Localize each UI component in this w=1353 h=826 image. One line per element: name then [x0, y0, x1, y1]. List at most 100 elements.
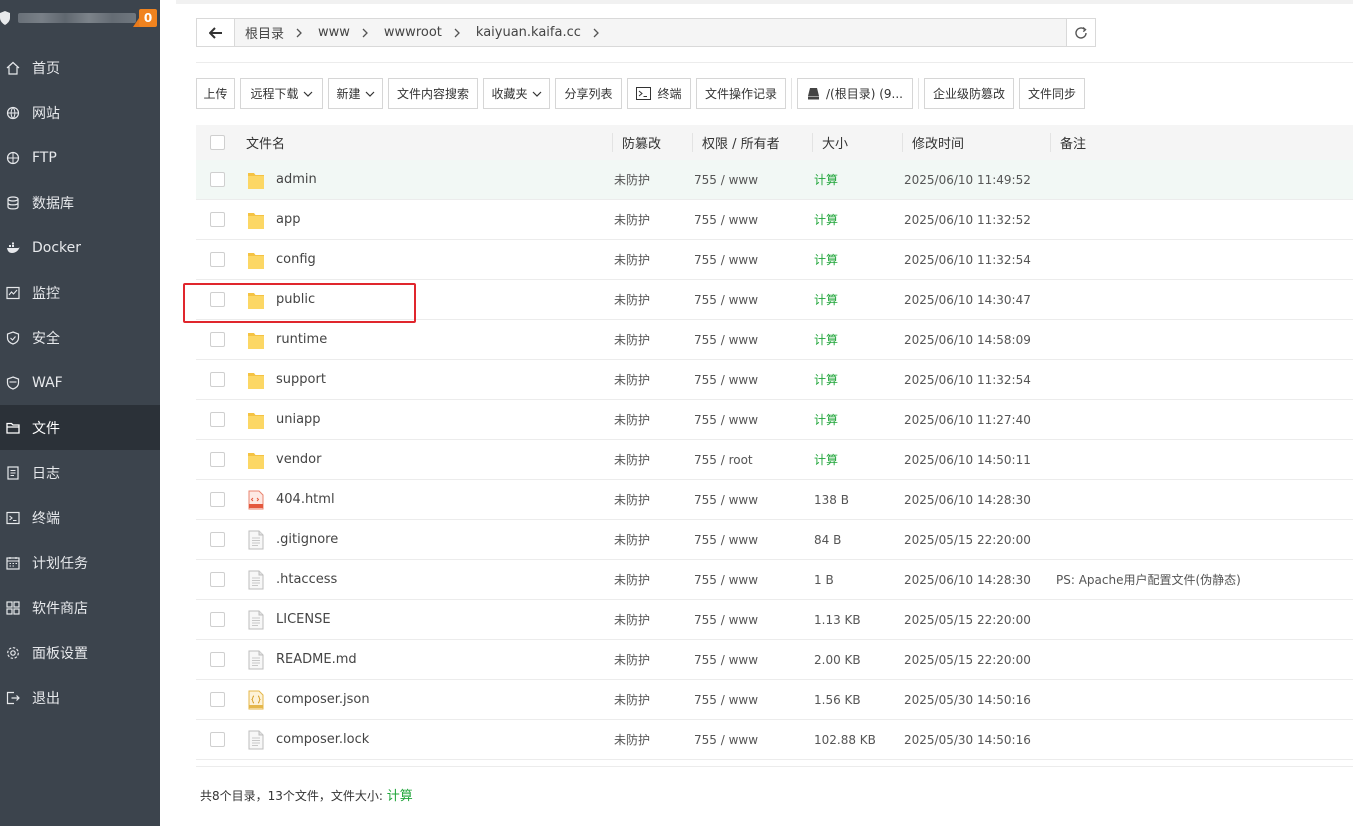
sidebar-item-14[interactable]: 退出 [0, 675, 160, 720]
table-row[interactable]: README.md 未防护 755 / www 2.00 KB 2025/05/15 2… [196, 640, 1353, 680]
table-row[interactable]: vendor 未防护 755 / root 计算 2025/06/10 14:50:11 [196, 440, 1353, 480]
size-cell[interactable]: 计算 [812, 251, 902, 268]
row-checkbox[interactable] [209, 292, 225, 307]
perm-cell[interactable]: 755 / www [692, 373, 812, 387]
row-checkbox[interactable] [209, 692, 225, 707]
protect-cell[interactable]: 未防护 [612, 691, 692, 708]
table-row[interactable]: runtime 未防护 755 / www 计算 2025/06/10 14:58:09 [196, 320, 1353, 360]
perm-cell[interactable]: 755 / www [692, 213, 812, 227]
perm-cell[interactable]: 755 / www [692, 693, 812, 707]
perm-cell[interactable]: 755 / www [692, 653, 812, 667]
sidebar-item-10[interactable]: 终端 [0, 495, 160, 540]
perm-cell[interactable]: 755 / www [692, 573, 812, 587]
size-cell[interactable]: 计算 [812, 451, 902, 468]
share-list-button[interactable]: 分享列表 [555, 78, 622, 109]
perm-cell[interactable]: 755 / www [692, 733, 812, 747]
back-button[interactable] [197, 19, 235, 46]
terminal-button[interactable]: 终端 [627, 78, 691, 109]
size-cell[interactable]: 计算 [812, 331, 902, 348]
sidebar-item-4[interactable]: Docker [0, 225, 160, 270]
protect-cell[interactable]: 未防护 [612, 211, 692, 228]
table-row[interactable]: app 未防护 755 / www 计算 2025/06/10 11:32:52 [196, 200, 1353, 240]
row-checkbox[interactable] [209, 172, 225, 187]
upload-button[interactable]: 上传 [196, 78, 235, 109]
table-row[interactable]: admin 未防护 755 / www 计算 2025/06/10 11:49:52 [196, 160, 1353, 200]
file-name-link[interactable]: .gitignore [276, 532, 338, 547]
header-name[interactable]: 文件名 [238, 133, 612, 152]
size-cell[interactable]: 计算 [812, 211, 902, 228]
sidebar-item-11[interactable]: 计划任务 [0, 540, 160, 585]
header-mtime[interactable]: 修改时间 [902, 133, 1050, 152]
file-name-link[interactable]: README.md [276, 652, 357, 667]
protect-cell[interactable]: 未防护 [612, 731, 692, 748]
protect-cell[interactable]: 未防护 [612, 331, 692, 348]
header-size[interactable]: 大小 [812, 133, 902, 152]
note-cell[interactable]: PS: Apache用户配置文件(伪静态) [1050, 571, 1353, 588]
size-cell[interactable]: 计算 [812, 291, 902, 308]
protect-cell[interactable]: 未防护 [612, 491, 692, 508]
protect-cell[interactable]: 未防护 [612, 611, 692, 628]
sidebar-item-3[interactable]: 数据库 [0, 180, 160, 225]
file-name-link[interactable]: .htaccess [276, 572, 337, 587]
sidebar-item-2[interactable]: FTP [0, 135, 160, 180]
sidebar-item-5[interactable]: 监控 [0, 270, 160, 315]
table-row[interactable]: LICENSE 未防护 755 / www 1.13 KB 2025/05/15 22:… [196, 600, 1353, 640]
notification-button[interactable]: 0 [133, 9, 157, 27]
sidebar-item-8[interactable]: 文件 [0, 405, 160, 450]
table-row[interactable]: .htaccess 未防护 755 / www 1 B 2025/06/10 14:28… [196, 560, 1353, 600]
breadcrumb-item[interactable]: 根目录 [241, 23, 288, 42]
sidebar-item-0[interactable]: 首页 [0, 45, 160, 90]
perm-cell[interactable]: 755 / www [692, 253, 812, 267]
perm-cell[interactable]: 755 / www [692, 413, 812, 427]
file-name-link[interactable]: app [276, 212, 300, 227]
refresh-button[interactable] [1066, 18, 1096, 47]
row-checkbox[interactable] [209, 412, 225, 427]
protect-cell[interactable]: 未防护 [612, 251, 692, 268]
table-row[interactable]: public 未防护 755 / www 计算 2025/06/10 14:30:47 [196, 280, 1353, 320]
protect-cell[interactable]: 未防护 [612, 411, 692, 428]
file-name-link[interactable]: config [276, 252, 316, 267]
perm-cell[interactable]: 755 / www [692, 533, 812, 547]
breadcrumb-item[interactable]: kaiyuan.kaifa.cc [472, 25, 585, 40]
tamper-button[interactable]: 企业级防篡改 [924, 78, 1014, 109]
breadcrumb-item[interactable]: www [314, 25, 354, 40]
favorites-button[interactable]: 收藏夹 [483, 78, 550, 109]
perm-cell[interactable]: 755 / www [692, 333, 812, 347]
disk-button[interactable]: /(根目录) (9... [797, 78, 913, 109]
row-checkbox[interactable] [209, 532, 225, 547]
size-cell[interactable]: 计算 [812, 411, 902, 428]
file-name-link[interactable]: LICENSE [276, 612, 331, 627]
op-log-button[interactable]: 文件操作记录 [696, 78, 786, 109]
perm-cell[interactable]: 755 / www [692, 493, 812, 507]
row-checkbox[interactable] [209, 252, 225, 267]
table-row[interactable]: 404.html 未防护 755 / www 138 B 2025/06/10 14:2… [196, 480, 1353, 520]
remote-download-button[interactable]: 远程下载 [240, 78, 323, 109]
sidebar-item-12[interactable]: 软件商店 [0, 585, 160, 630]
new-button[interactable]: 新建 [328, 78, 383, 109]
sync-button[interactable]: 文件同步 [1019, 78, 1085, 109]
file-name-link[interactable]: uniapp [276, 412, 321, 427]
protect-cell[interactable]: 未防护 [612, 531, 692, 548]
protect-cell[interactable]: 未防护 [612, 651, 692, 668]
perm-cell[interactable]: 755 / www [692, 173, 812, 187]
sidebar-item-7[interactable]: WAF [0, 360, 160, 405]
size-cell[interactable]: 计算 [812, 371, 902, 388]
sidebar-item-1[interactable]: 网站 [0, 90, 160, 135]
row-checkbox[interactable] [209, 492, 225, 507]
table-row[interactable]: uniapp 未防护 755 / www 计算 2025/06/10 11:27:40 [196, 400, 1353, 440]
row-checkbox[interactable] [209, 612, 225, 627]
sidebar-item-6[interactable]: 安全 [0, 315, 160, 360]
row-checkbox[interactable] [209, 452, 225, 467]
file-name-link[interactable]: runtime [276, 332, 327, 347]
summary-calc-link[interactable]: 计算 [387, 789, 413, 804]
perm-cell[interactable]: 755 / www [692, 613, 812, 627]
file-name-link[interactable]: public [276, 292, 315, 307]
protect-cell[interactable]: 未防护 [612, 371, 692, 388]
size-cell[interactable]: 计算 [812, 171, 902, 188]
row-checkbox[interactable] [209, 732, 225, 747]
table-row[interactable]: composer.lock 未防护 755 / www 102.88 KB 2025/0… [196, 720, 1353, 760]
file-name-link[interactable]: admin [276, 172, 317, 187]
breadcrumb-item[interactable]: wwwroot [380, 25, 446, 40]
protect-cell[interactable]: 未防护 [612, 291, 692, 308]
table-row[interactable]: support 未防护 755 / www 计算 2025/06/10 11:32:54 [196, 360, 1353, 400]
